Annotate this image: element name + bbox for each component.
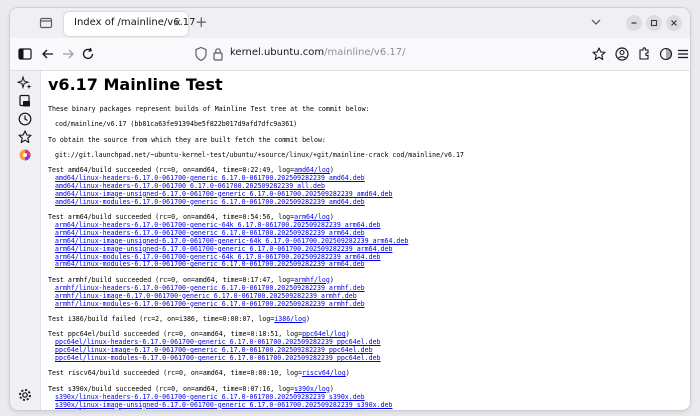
package-file-link[interactable]: ppc64el/linux-modules-6.17.0-061700-gene… <box>55 354 381 362</box>
git-url-line: git://git.launchpad.net/~ubuntu-kernel-t… <box>55 151 464 159</box>
history-clock-icon[interactable] <box>17 111 33 127</box>
package-file-link[interactable]: arm64/linux-image-unsigned-6.17.0-061700… <box>55 245 392 253</box>
url-bar[interactable]: kernel.ubuntu.com/mainline/v6.17/ <box>190 43 560 65</box>
back-arrow-icon[interactable] <box>40 46 56 62</box>
reload-icon[interactable] <box>80 46 96 62</box>
url-text[interactable]: kernel.ubuntu.com/mainline/v6.17/ <box>230 47 405 58</box>
intro-text: These binary packages represent builds o… <box>48 105 370 113</box>
customize-sidebar-gear-icon[interactable] <box>17 387 33 403</box>
build-log-link[interactable]: ppc64el/log <box>302 330 346 338</box>
build-status-close: ) <box>345 330 350 339</box>
build-status-close: ) <box>306 314 311 323</box>
package-file-link[interactable]: amd64/linux-image-unsigned-6.17.0-061700… <box>55 190 392 198</box>
build-log-link[interactable]: i386/log <box>274 315 306 323</box>
package-file-link[interactable]: arm64/linux-image-unsigned-6.17.0-061700… <box>55 237 408 245</box>
account-icon[interactable] <box>614 46 630 62</box>
source-intro-text: To obtain the source from which they are… <box>48 136 326 144</box>
tab-close-icon[interactable]: × <box>173 16 182 30</box>
browser-window: Index of /mainline/v6.17 × + kernel.ubun… <box>10 8 690 410</box>
package-file-link[interactable]: s390x/linux-headers-6.17.0-061700-generi… <box>55 393 365 401</box>
build-status-close: ) <box>329 166 334 174</box>
build-log-link[interactable]: arm64/log <box>294 213 330 221</box>
package-file-link[interactable]: arm64/linux-headers-6.17.0-061700-generi… <box>55 229 365 237</box>
close-window-icon[interactable] <box>666 15 682 31</box>
browser-sidebar <box>10 71 41 410</box>
build-status-line: Test i386/build failed (rc=2, on=i386, t… <box>48 315 310 323</box>
build-status-close: ) <box>329 275 334 284</box>
package-file-link[interactable]: arm64/linux-modules-6.17.0-061700-generi… <box>55 253 381 261</box>
hamburger-menu-icon[interactable] <box>677 46 689 62</box>
synced-tabs-icon[interactable] <box>17 93 33 109</box>
build-status-line: Test riscv64/build succeeded (rc=0, on=a… <box>48 369 350 377</box>
build-status-text: Test armhf/build succeeded (rc=0, on=amd… <box>48 275 295 284</box>
tab-active[interactable]: Index of /mainline/v6.17 × <box>64 12 195 36</box>
build-status-text: Test arm64/build succeeded (rc=0, on=amd… <box>48 213 295 221</box>
package-file-link[interactable]: arm64/linux-headers-6.17.0-061700-generi… <box>55 221 381 229</box>
package-file-link[interactable]: armhf/linux-modules-6.17.0-061700-generi… <box>55 300 365 308</box>
package-file-link[interactable]: s390x/linux-image-unsigned-6.17.0-061700… <box>55 401 392 409</box>
minimize-icon[interactable] <box>626 15 642 31</box>
package-file-link[interactable]: amd64/linux-headers-6.17.0-061700-generi… <box>55 174 365 182</box>
build-status-text: Test s390x/build succeeded (rc=0, on=amd… <box>48 384 295 393</box>
sidebar-toggle-icon[interactable] <box>17 46 33 62</box>
commit-line: cod/mainline/v6.17 (bb81ca63fe91394be5f8… <box>55 120 298 128</box>
build-status-line: Test s390x/build succeeded (rc=0, on=amd… <box>48 385 334 393</box>
bookmark-star-icon[interactable] <box>591 46 607 62</box>
tab-bar: Index of /mainline/v6.17 × + <box>10 8 690 38</box>
package-file-link[interactable]: armhf/linux-image-6.17.0-061700-generic_… <box>55 292 357 300</box>
build-status-line: Test amd64/build succeeded (rc=0, on=amd… <box>48 166 334 174</box>
package-file-link[interactable]: amd64/linux-headers-6.17.0-061700_6.17.0… <box>55 182 325 190</box>
maximize-icon[interactable] <box>646 15 662 31</box>
package-file-link[interactable]: ppc64el/linux-headers-6.17.0-061700-gene… <box>55 338 381 346</box>
profile-settings-icon[interactable] <box>658 46 674 62</box>
package-file-link[interactable]: arm64/linux-modules-6.17.0-061700-generi… <box>55 260 365 268</box>
build-status-text: Test amd64/build succeeded (rc=0, on=amd… <box>48 166 295 174</box>
package-file-link[interactable]: armhf/linux-headers-6.17.0-061700-generi… <box>55 284 365 292</box>
extensions-icon[interactable] <box>636 46 652 62</box>
build-status-line: Test armhf/build succeeded (rc=0, on=amd… <box>48 276 334 284</box>
extension-colorful-icon[interactable] <box>17 147 33 163</box>
build-log-link[interactable]: armhf/log <box>294 276 330 284</box>
page-content: v6.17 Mainline Test These binary package… <box>41 71 690 410</box>
page-title: v6.17 Mainline Test <box>48 75 223 94</box>
ai-sparkle-icon[interactable] <box>17 75 33 91</box>
url-path: /mainline/v6.17/ <box>324 47 406 58</box>
build-status-close: ) <box>329 213 334 221</box>
navigation-toolbar: kernel.ubuntu.com/mainline/v6.17/ <box>10 38 690 71</box>
build-status-close: ) <box>329 384 334 393</box>
chevron-down-icon[interactable] <box>590 16 602 28</box>
build-status-text: Test ppc64el/build succeeded (rc=0, on=a… <box>48 330 303 339</box>
build-log-link[interactable]: riscv64/log <box>302 369 346 377</box>
url-host: kernel.ubuntu.com <box>230 47 325 58</box>
build-status-text: Test riscv64/build succeeded (rc=0, on=a… <box>48 369 303 378</box>
build-status-line: Test ppc64el/build succeeded (rc=0, on=a… <box>48 330 350 338</box>
build-log-link[interactable]: amd64/log <box>294 166 330 174</box>
lock-icon[interactable] <box>212 46 224 62</box>
bookmarks-star-icon[interactable] <box>17 129 33 145</box>
shield-icon[interactable] <box>194 46 208 62</box>
build-status-close: ) <box>345 369 350 378</box>
tab-list-icon[interactable] <box>38 15 54 31</box>
package-file-link[interactable]: ppc64el/linux-image-6.17.0-061700-generi… <box>55 346 373 354</box>
build-status-line: Test arm64/build succeeded (rc=0, on=amd… <box>48 213 334 221</box>
build-log-link[interactable]: s390x/log <box>294 385 330 393</box>
package-file-link[interactable]: amd64/linux-modules-6.17.0-061700-generi… <box>55 198 365 206</box>
forward-arrow-icon[interactable] <box>60 46 76 62</box>
build-status-text: Test i386/build failed (rc=2, on=i386, t… <box>48 314 275 323</box>
new-tab-icon[interactable]: + <box>195 13 208 31</box>
package-file-link[interactable]: s390x/linux-modules-6.17.0-061700-generi… <box>55 409 365 411</box>
